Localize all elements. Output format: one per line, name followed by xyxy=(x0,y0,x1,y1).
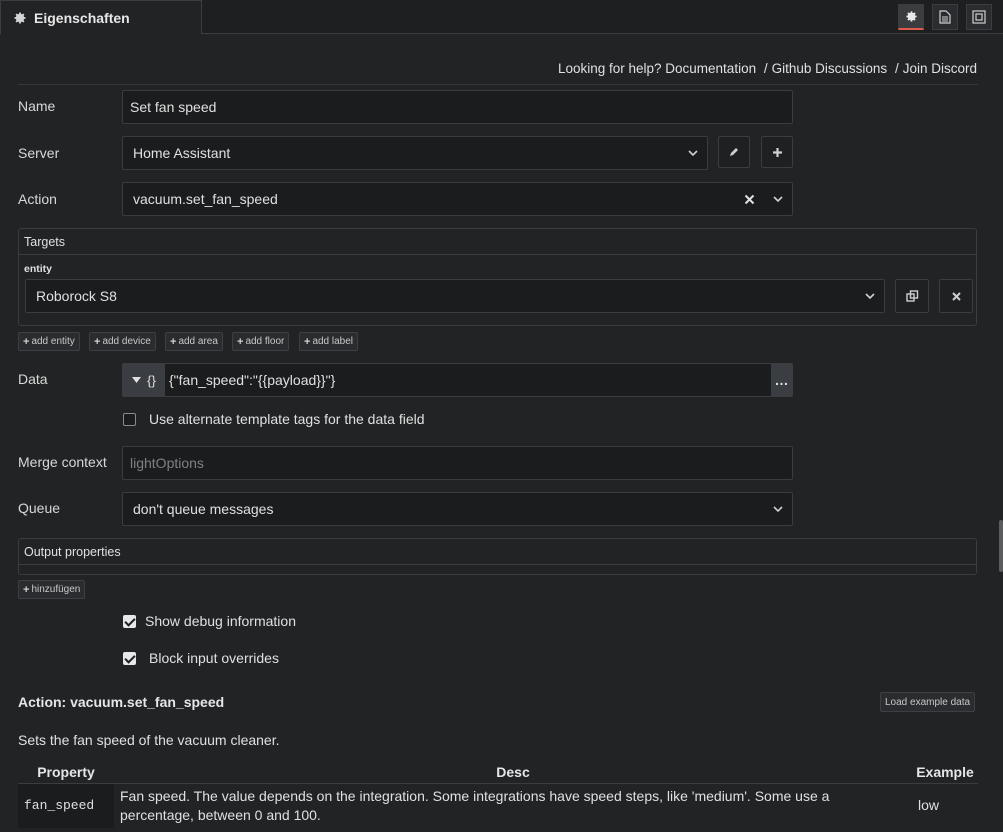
queue-label: Queue xyxy=(18,500,61,516)
data-input[interactable]: {} {"fan_speed":"{{payload}}"} … xyxy=(122,363,793,397)
add-output-label: hinzufügen xyxy=(31,584,81,595)
help-prefix: Looking for help? xyxy=(557,61,662,76)
tab-properties[interactable]: Eigenschaften xyxy=(0,0,202,34)
divider xyxy=(19,254,976,255)
divider xyxy=(18,84,978,85)
entity-select[interactable]: Roborock S8 xyxy=(25,279,885,313)
data-value: {"fan_speed":"{{payload}}"} xyxy=(169,372,336,388)
name-label: Name xyxy=(18,98,56,114)
action-label: Action xyxy=(18,191,57,207)
chevron-down-icon xyxy=(688,150,698,157)
output-properties-panel: Output properties xyxy=(18,538,977,575)
action-description: Sets the fan speed of the vacuum cleaner… xyxy=(18,732,280,748)
add-floor-button[interactable]: + add floor xyxy=(232,332,290,351)
add-device-button[interactable]: + add device xyxy=(89,332,156,351)
tab-title: Eigenschaften xyxy=(34,9,130,26)
remove-entity-button[interactable] xyxy=(939,279,973,313)
help-separator: / xyxy=(763,61,768,76)
merge-context-input[interactable]: lightOptions xyxy=(122,446,793,480)
targets-panel: Targets entity Roborock S8 xyxy=(18,228,977,326)
json-type-glyph: {} xyxy=(147,372,156,388)
link-join-discord[interactable]: Join Discord xyxy=(903,61,977,76)
chevron-down-icon xyxy=(865,293,875,300)
frame-icon[interactable] xyxy=(966,4,992,30)
copy-icon xyxy=(905,289,918,302)
add-label-button[interactable]: + add label xyxy=(299,332,359,351)
block-overrides-checkbox[interactable] xyxy=(123,652,136,665)
server-select[interactable]: Home Assistant xyxy=(122,136,708,170)
gear-icon[interactable] xyxy=(898,4,924,30)
table-header-row: Property Desc Example xyxy=(18,761,978,784)
add-floor-label: add floor xyxy=(245,336,285,347)
queue-select[interactable]: don't queue messages xyxy=(122,492,793,526)
add-entity-button[interactable]: + add entity xyxy=(18,332,80,351)
targets-title: Targets xyxy=(24,235,65,249)
sidebar-header: Eigenschaften xyxy=(0,0,1003,34)
add-area-button[interactable]: + add area xyxy=(165,332,223,351)
copy-button[interactable] xyxy=(895,279,929,313)
add-label-label: add label xyxy=(312,336,354,347)
close-icon xyxy=(951,291,961,301)
help-links: Looking for help? Documentation / Github … xyxy=(558,61,977,76)
server-value: Home Assistant xyxy=(133,145,231,161)
action-select[interactable]: vacuum.set_fan_speed xyxy=(122,182,793,216)
alt-template-checkbox[interactable] xyxy=(123,413,136,426)
chevron-down-icon[interactable] xyxy=(772,193,784,205)
output-properties-title: Output properties xyxy=(24,545,121,559)
clear-icon[interactable] xyxy=(744,194,755,205)
show-debug-checkbox[interactable] xyxy=(123,615,136,628)
expand-editor-button[interactable]: … xyxy=(771,364,792,396)
document-icon[interactable] xyxy=(932,4,958,30)
add-area-label: add area xyxy=(178,336,218,347)
link-github-discussions[interactable]: Github Discussions xyxy=(772,61,888,76)
gear-icon xyxy=(13,10,29,26)
pencil-icon xyxy=(730,148,738,156)
entity-label: entity xyxy=(24,263,53,275)
link-documentation[interactable]: Documentation xyxy=(665,61,756,76)
merge-context-label: Merge context xyxy=(18,454,107,470)
name-input[interactable]: Set fan speed xyxy=(122,90,793,124)
data-label: Data xyxy=(18,371,48,387)
add-entity-label: add entity xyxy=(31,336,75,347)
help-separator: / xyxy=(894,61,899,76)
column-header-desc: Desc xyxy=(114,761,912,784)
action-value: vacuum.set_fan_speed xyxy=(133,191,278,207)
table-row: fan_speed Fan speed. The value depends o… xyxy=(18,783,978,828)
queue-value: don't queue messages xyxy=(133,501,274,517)
load-example-button[interactable]: Load example data xyxy=(880,692,976,712)
properties-table: Property Desc Example fan_speed Fan spee… xyxy=(18,761,978,828)
scrollbar[interactable] xyxy=(999,520,1003,572)
alt-template-label: Use alternate template tags for the data… xyxy=(149,411,425,427)
entity-value: Roborock S8 xyxy=(36,288,117,304)
add-output-property-button[interactable]: + hinzufügen xyxy=(18,580,86,599)
property-example: low xyxy=(918,797,940,813)
chevron-down-icon xyxy=(773,506,783,513)
property-desc: Fan speed. The value depends on the inte… xyxy=(120,787,830,823)
add-server-button[interactable] xyxy=(761,136,793,168)
type-selector[interactable]: {} xyxy=(123,364,165,396)
caret-down-icon xyxy=(132,377,142,383)
property-name: fan_speed xyxy=(18,783,114,828)
server-label: Server xyxy=(18,145,60,161)
add-device-label: add device xyxy=(102,336,151,347)
edit-server-button[interactable] xyxy=(718,136,750,168)
action-docs-title: Action: vacuum.set_fan_speed xyxy=(18,694,225,710)
show-debug-label: Show debug information xyxy=(145,613,296,629)
plus-icon xyxy=(772,147,782,157)
divider xyxy=(19,564,976,565)
column-header-example: Example xyxy=(912,761,978,784)
column-header-property: Property xyxy=(18,761,114,784)
block-overrides-label: Block input overrides xyxy=(149,650,279,666)
